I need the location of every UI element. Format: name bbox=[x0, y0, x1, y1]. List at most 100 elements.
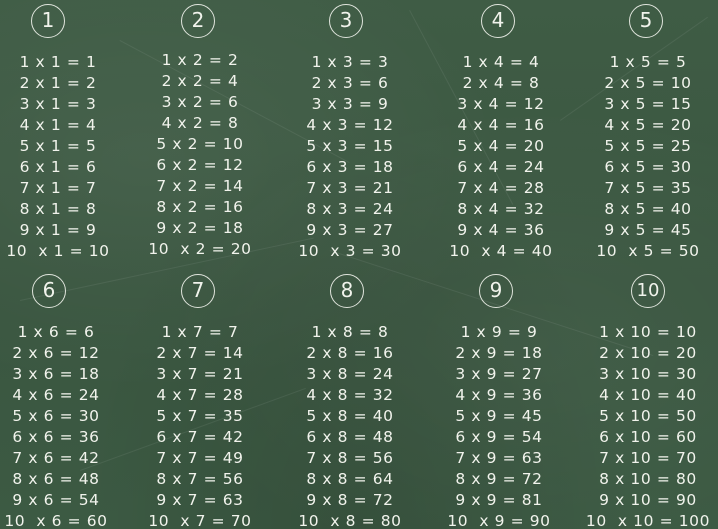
table-line: 7 x 8 = 56 bbox=[306, 449, 394, 467]
table-line: 1 x 8 = 8 bbox=[311, 323, 389, 341]
table-line: 3 x 3 = 9 bbox=[311, 95, 389, 113]
table-lines: 1 x 6 = 6 2 x 6 = 12 3 x 6 = 18 4 x 6 = … bbox=[0, 322, 126, 529]
table-line: 10 x 2 = 20 bbox=[148, 240, 252, 258]
table-lines: 1 x 5 = 5 2 x 5 = 10 3 x 5 = 15 4 x 5 = … bbox=[578, 52, 718, 262]
table-line: 9 x 2 = 18 bbox=[156, 219, 244, 237]
table-line: 10 x 10 = 100 bbox=[585, 512, 711, 529]
table-line: 1 x 10 = 10 bbox=[599, 323, 697, 341]
table-line: 8 x 2 = 16 bbox=[156, 198, 244, 216]
table-line: 6 x 7 = 42 bbox=[156, 428, 244, 446]
table-line: 4 x 6 = 24 bbox=[12, 386, 100, 404]
table-line: 1 x 6 = 6 bbox=[17, 323, 95, 341]
table-line: 10 x 3 = 30 bbox=[298, 242, 402, 260]
table-line: 7 x 5 = 35 bbox=[604, 179, 692, 197]
table-line: 3 x 6 = 18 bbox=[12, 365, 100, 383]
table-line: 2 x 4 = 8 bbox=[462, 74, 540, 92]
table-line: 1 x 1 = 1 bbox=[19, 53, 97, 71]
table-line: 9 x 9 = 81 bbox=[455, 491, 543, 509]
table-line: 4 x 10 = 40 bbox=[599, 386, 697, 404]
table-line: 2 x 2 = 4 bbox=[161, 72, 239, 90]
table-line: 1 x 9 = 9 bbox=[460, 323, 538, 341]
table-line: 1 x 2 = 2 bbox=[161, 51, 239, 69]
table-line: 2 x 7 = 14 bbox=[156, 344, 244, 362]
table-line: 7 x 10 = 70 bbox=[599, 449, 697, 467]
table-line: 4 x 8 = 32 bbox=[306, 386, 394, 404]
table-lines: 1 x 3 = 3 2 x 3 = 6 3 x 3 = 9 4 x 3 = 12… bbox=[280, 52, 420, 262]
table-line: 3 x 1 = 3 bbox=[19, 95, 97, 113]
table-line: 4 x 4 = 16 bbox=[457, 116, 545, 134]
table-line: 5 x 4 = 20 bbox=[457, 137, 545, 155]
table-number-badge: 6 bbox=[32, 274, 66, 308]
table-line: 6 x 9 = 54 bbox=[455, 428, 543, 446]
table-line: 1 x 7 = 7 bbox=[161, 323, 239, 341]
table-line: 9 x 10 = 90 bbox=[599, 491, 697, 509]
table-line: 7 x 3 = 21 bbox=[306, 179, 394, 197]
table-line: 5 x 10 = 50 bbox=[599, 407, 697, 425]
table-number-badge: 10 bbox=[631, 274, 665, 308]
table-number-badge: 3 bbox=[329, 4, 363, 38]
table-line: 7 x 6 = 42 bbox=[12, 449, 100, 467]
table-line: 7 x 9 = 63 bbox=[455, 449, 543, 467]
table-line: 10 x 7 = 70 bbox=[148, 512, 252, 529]
table-number-badge: 1 bbox=[31, 4, 65, 38]
table-line: 2 x 1 = 2 bbox=[19, 74, 97, 92]
table-line: 9 x 3 = 27 bbox=[306, 221, 394, 239]
table-line: 3 x 8 = 24 bbox=[306, 365, 394, 383]
table-line: 9 x 7 = 63 bbox=[156, 491, 244, 509]
table-line: 4 x 7 = 28 bbox=[156, 386, 244, 404]
table-line: 4 x 9 = 36 bbox=[455, 386, 543, 404]
table-lines: 1 x 8 = 8 2 x 8 = 16 3 x 8 = 24 4 x 8 = … bbox=[280, 322, 420, 529]
table-line: 9 x 1 = 9 bbox=[19, 221, 97, 239]
table-line: 2 x 3 = 6 bbox=[311, 74, 389, 92]
table-line: 6 x 4 = 24 bbox=[457, 158, 545, 176]
chalkboard: 1 1 x 1 = 1 2 x 1 = 2 3 x 1 = 3 4 x 1 = … bbox=[0, 0, 718, 529]
table-line: 8 x 3 = 24 bbox=[306, 200, 394, 218]
table-line: 5 x 6 = 30 bbox=[12, 407, 100, 425]
table-lines: 1 x 1 = 1 2 x 1 = 2 3 x 1 = 3 4 x 1 = 4 … bbox=[0, 52, 128, 262]
table-line: 2 x 9 = 18 bbox=[455, 344, 543, 362]
table-line: 5 x 2 = 10 bbox=[156, 135, 244, 153]
table-line: 3 x 4 = 12 bbox=[457, 95, 545, 113]
table-line: 6 x 1 = 6 bbox=[19, 158, 97, 176]
table-number-badge: 4 bbox=[481, 4, 515, 38]
table-line: 8 x 1 = 8 bbox=[19, 200, 97, 218]
table-line: 9 x 8 = 72 bbox=[306, 491, 394, 509]
table-number-badge: 9 bbox=[479, 274, 513, 308]
table-line: 5 x 3 = 15 bbox=[306, 137, 394, 155]
table-line: 8 x 10 = 80 bbox=[599, 470, 697, 488]
table-number-badge: 5 bbox=[629, 4, 663, 38]
table-line: 4 x 2 = 8 bbox=[161, 114, 239, 132]
table-line: 9 x 5 = 45 bbox=[604, 221, 692, 239]
table-line: 2 x 6 = 12 bbox=[12, 344, 100, 362]
table-lines: 1 x 7 = 7 2 x 7 = 14 3 x 7 = 21 4 x 7 = … bbox=[130, 322, 270, 529]
table-line: 1 x 3 = 3 bbox=[311, 53, 389, 71]
table-line: 8 x 8 = 64 bbox=[306, 470, 394, 488]
table-line: 5 x 1 = 5 bbox=[19, 137, 97, 155]
table-line: 1 x 5 = 5 bbox=[609, 53, 687, 71]
table-line: 3 x 5 = 15 bbox=[604, 95, 692, 113]
table-line: 5 x 7 = 35 bbox=[156, 407, 244, 425]
table-line: 1 x 4 = 4 bbox=[462, 53, 540, 71]
table-line: 9 x 6 = 54 bbox=[12, 491, 100, 509]
table-lines: 1 x 10 = 10 2 x 10 = 20 3 x 10 = 30 4 x … bbox=[574, 322, 718, 529]
table-line: 6 x 8 = 48 bbox=[306, 428, 394, 446]
table-line: 3 x 7 = 21 bbox=[156, 365, 244, 383]
table-line: 10 x 9 = 90 bbox=[447, 512, 551, 529]
table-lines: 1 x 2 = 2 2 x 2 = 4 3 x 2 = 6 4 x 2 = 8 … bbox=[130, 50, 270, 260]
table-line: 8 x 7 = 56 bbox=[156, 470, 244, 488]
table-line: 10 x 4 = 40 bbox=[449, 242, 553, 260]
table-number-badge: 7 bbox=[181, 274, 215, 308]
table-line: 2 x 8 = 16 bbox=[306, 344, 394, 362]
table-line: 8 x 5 = 40 bbox=[604, 200, 692, 218]
table-line: 10 x 5 = 50 bbox=[596, 242, 700, 260]
table-line: 6 x 3 = 18 bbox=[306, 158, 394, 176]
table-line: 9 x 4 = 36 bbox=[457, 221, 545, 239]
table-line: 3 x 9 = 27 bbox=[455, 365, 543, 383]
table-line: 6 x 2 = 12 bbox=[156, 156, 244, 174]
table-line: 7 x 2 = 14 bbox=[156, 177, 244, 195]
table-lines: 1 x 4 = 4 2 x 4 = 8 3 x 4 = 12 4 x 4 = 1… bbox=[431, 52, 571, 262]
table-line: 3 x 10 = 30 bbox=[599, 365, 697, 383]
table-line: 5 x 8 = 40 bbox=[306, 407, 394, 425]
table-line: 2 x 5 = 10 bbox=[604, 74, 692, 92]
table-line: 5 x 9 = 45 bbox=[455, 407, 543, 425]
